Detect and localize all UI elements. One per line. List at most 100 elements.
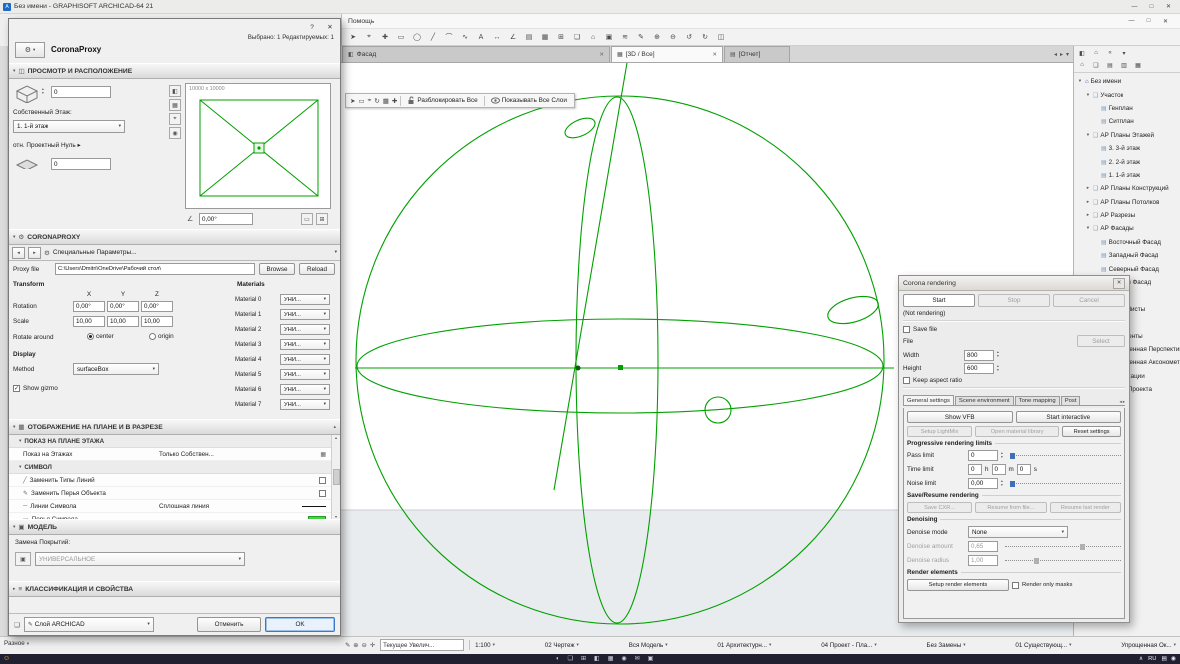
tree-item[interactable]: ▤ Северный Фасад: [1074, 262, 1180, 275]
minimize-button[interactable]: —: [1126, 1, 1143, 13]
tree-expand-arrow[interactable]: ▾: [1085, 226, 1091, 231]
toolbar-icon[interactable]: ▣: [602, 31, 616, 44]
taskbar-app-icon[interactable]: ⊞: [581, 655, 586, 663]
dialog-header[interactable]: ? ✕ Выбрано: 1 Редактируемых: 1 ⚙ ▾ Coron…: [9, 19, 340, 63]
scale-x-input[interactable]: 10,00: [73, 316, 105, 327]
toolbar-icon[interactable]: ▭: [358, 97, 364, 105]
navigator-view-icon[interactable]: ❑: [1090, 60, 1102, 71]
toolbar-icon[interactable]: ◯: [410, 31, 424, 44]
scroll-up-icon[interactable]: ▴: [333, 424, 336, 430]
elevation-stepper[interactable]: ▴ ▾: [42, 87, 44, 95]
statusbar-icon[interactable]: ✎: [345, 642, 350, 649]
denoise-mode-select[interactable]: None ▾: [968, 526, 1068, 538]
noise-limit-input[interactable]: 0,00: [968, 478, 998, 489]
toolbar-icon[interactable]: ↔: [490, 31, 504, 44]
section-coronaproxy-header[interactable]: ▾ ⚙ CORONAPROXY: [9, 229, 340, 245]
material-select[interactable]: УНИ... ▾: [280, 384, 330, 395]
navigator-toolbar-icon[interactable]: ⌂: [1090, 48, 1102, 59]
tree-item[interactable]: ▾ ❑ АР Планы Этажей: [1074, 129, 1180, 142]
cancel-button[interactable]: Отменить: [197, 617, 261, 632]
tree-item[interactable]: ▤ 1. 1-й этаж: [1074, 169, 1180, 182]
reference-level-button[interactable]: отн. Проектный Нуль ▸: [13, 141, 81, 149]
scale-z-input[interactable]: 10,00: [141, 316, 173, 327]
maximize-button[interactable]: □: [1143, 1, 1160, 13]
statusbar-dropdown[interactable]: 01 Архитектурн... ▾: [717, 642, 771, 649]
help-close-button[interactable]: ✕: [1157, 15, 1174, 27]
favorites-button[interactable]: ⚙ ▾: [15, 42, 45, 58]
tab-3d-all[interactable]: ▦ [3D / Все] ✕: [611, 46, 723, 62]
tree-item[interactable]: ▤ 3. 3-й этаж: [1074, 142, 1180, 155]
corona-tab[interactable]: Scene environment: [954, 395, 1014, 405]
scroll-thumb[interactable]: [332, 469, 340, 485]
noise-limit-slider[interactable]: [1009, 481, 1121, 487]
toolbar-icon[interactable]: ↻: [374, 97, 379, 105]
override-line-types-row[interactable]: ╱ Заменить Типы Линий: [9, 474, 340, 487]
toolbar-icon[interactable]: ⊕: [650, 31, 664, 44]
close-icon[interactable]: ✕: [322, 21, 338, 33]
height-input[interactable]: 600: [964, 363, 994, 374]
statusbar-icon[interactable]: ✛: [370, 642, 375, 649]
reload-button[interactable]: Reload: [299, 263, 335, 275]
pass-limit-stepper[interactable]: ▴ ▾: [1001, 451, 1003, 459]
toolbar-icon[interactable]: A: [474, 31, 488, 44]
symbol-pens-row[interactable]: ▭ Перья Символа: [9, 513, 340, 519]
taskbar-app-icon[interactable]: ▦: [608, 655, 614, 663]
toolbar-icon[interactable]: ∿: [458, 31, 472, 44]
display-method-select[interactable]: surfaceBox ▾: [73, 363, 159, 375]
section-model-header[interactable]: ▾ ▣ МОДЕЛЬ: [9, 519, 340, 535]
tree-expand-arrow[interactable]: ▾: [1077, 79, 1083, 84]
object-preview[interactable]: 10000 x 10000: [185, 83, 331, 209]
toolbar-icon[interactable]: ⌂: [586, 31, 600, 44]
rotation-y-input[interactable]: 0,00°: [107, 301, 139, 312]
scale-y-input[interactable]: 10,00: [107, 316, 139, 327]
tray-caret-icon[interactable]: ∧: [1139, 655, 1143, 663]
height-stepper[interactable]: ▴ ▾: [997, 364, 999, 372]
elevation-input[interactable]: 0: [51, 86, 111, 98]
tree-item[interactable]: ▤ 2. 2-й этаж: [1074, 155, 1180, 168]
corona-tab[interactable]: Post: [1060, 395, 1081, 405]
toolbar-icon[interactable]: ∠: [506, 31, 520, 44]
pen-color-chip[interactable]: [308, 515, 326, 519]
corona-titlebar[interactable]: Corona rendering ✕: [899, 276, 1129, 291]
toolbar-icon[interactable]: ↺: [682, 31, 696, 44]
statusbar-dropdown[interactable]: Вся Модель ▾: [629, 642, 668, 649]
navigator-view-icon[interactable]: ▤: [1104, 60, 1116, 71]
page-prev-button[interactable]: ◂: [12, 246, 25, 259]
material-select[interactable]: УНИ... ▾: [280, 309, 330, 320]
material-select[interactable]: УНИ... ▾: [280, 399, 330, 410]
proxy-file-input[interactable]: C:\Users\Dmitri\OneDrive\Рабочий стол\: [55, 263, 255, 275]
rotate-center-radio[interactable]: center: [87, 333, 114, 340]
show-gizmo-checkbox[interactable]: ✓ Show gizmo: [13, 385, 58, 392]
page-next-button[interactable]: ▸: [28, 246, 41, 259]
save-file-checkbox[interactable]: [903, 325, 910, 333]
toolbar-icon[interactable]: ✚: [378, 31, 392, 44]
navigator-toolbar-icon[interactable]: ▾: [1118, 48, 1130, 59]
statusbar-dropdown[interactable]: 1:100 ▾: [475, 642, 495, 649]
show-vfb-button[interactable]: Show VFB: [907, 411, 1013, 423]
toolbar-icon[interactable]: ❏: [570, 31, 584, 44]
preview-info-icon[interactable]: ◉: [169, 127, 181, 139]
section-preview-header[interactable]: ▾ ◫ ПРОСМОТР И РАСПОЛОЖЕНИЕ: [9, 63, 340, 79]
tree-item[interactable]: ▸ ❑ АР Планы Конструкций: [1074, 182, 1180, 195]
navigator-toolbar-icon[interactable]: ◧: [1076, 48, 1088, 59]
tab-menu-icon[interactable]: ▾: [1066, 51, 1069, 58]
rotation-x-input[interactable]: 0,00°: [73, 301, 105, 312]
statusbar-icon[interactable]: ⊖: [362, 642, 367, 649]
show-all-layers-button[interactable]: Показывать Все Слои: [488, 95, 570, 107]
surface-override-icon[interactable]: ▣: [15, 552, 31, 566]
group-row[interactable]: ▾ ПОКАЗ НА ПЛАНЕ ЭТАЖА: [9, 435, 340, 448]
group-row[interactable]: ▾ СИМВОЛ: [9, 461, 340, 474]
preview-plan-icon[interactable]: ◧: [169, 85, 181, 97]
tab-scroll-left-icon[interactable]: ◂: [1054, 51, 1057, 58]
navigator-view-icon[interactable]: ▦: [1132, 60, 1144, 71]
help-icon[interactable]: ?: [304, 21, 320, 33]
corona-close-icon[interactable]: ✕: [1113, 277, 1125, 289]
toolbar-icon[interactable]: ✚: [392, 97, 397, 105]
statusbar-left[interactable]: Разное ▾: [4, 640, 29, 647]
corona-tab[interactable]: Tone mapping: [1014, 395, 1060, 405]
toolbar-icon[interactable]: ⌖: [362, 31, 376, 44]
toolbar-icon[interactable]: ➤: [350, 97, 355, 105]
ok-button[interactable]: OK: [265, 617, 335, 632]
taskbar-app-icon[interactable]: ◉: [621, 655, 626, 663]
taskbar-app-icon[interactable]: ✉: [635, 655, 640, 663]
